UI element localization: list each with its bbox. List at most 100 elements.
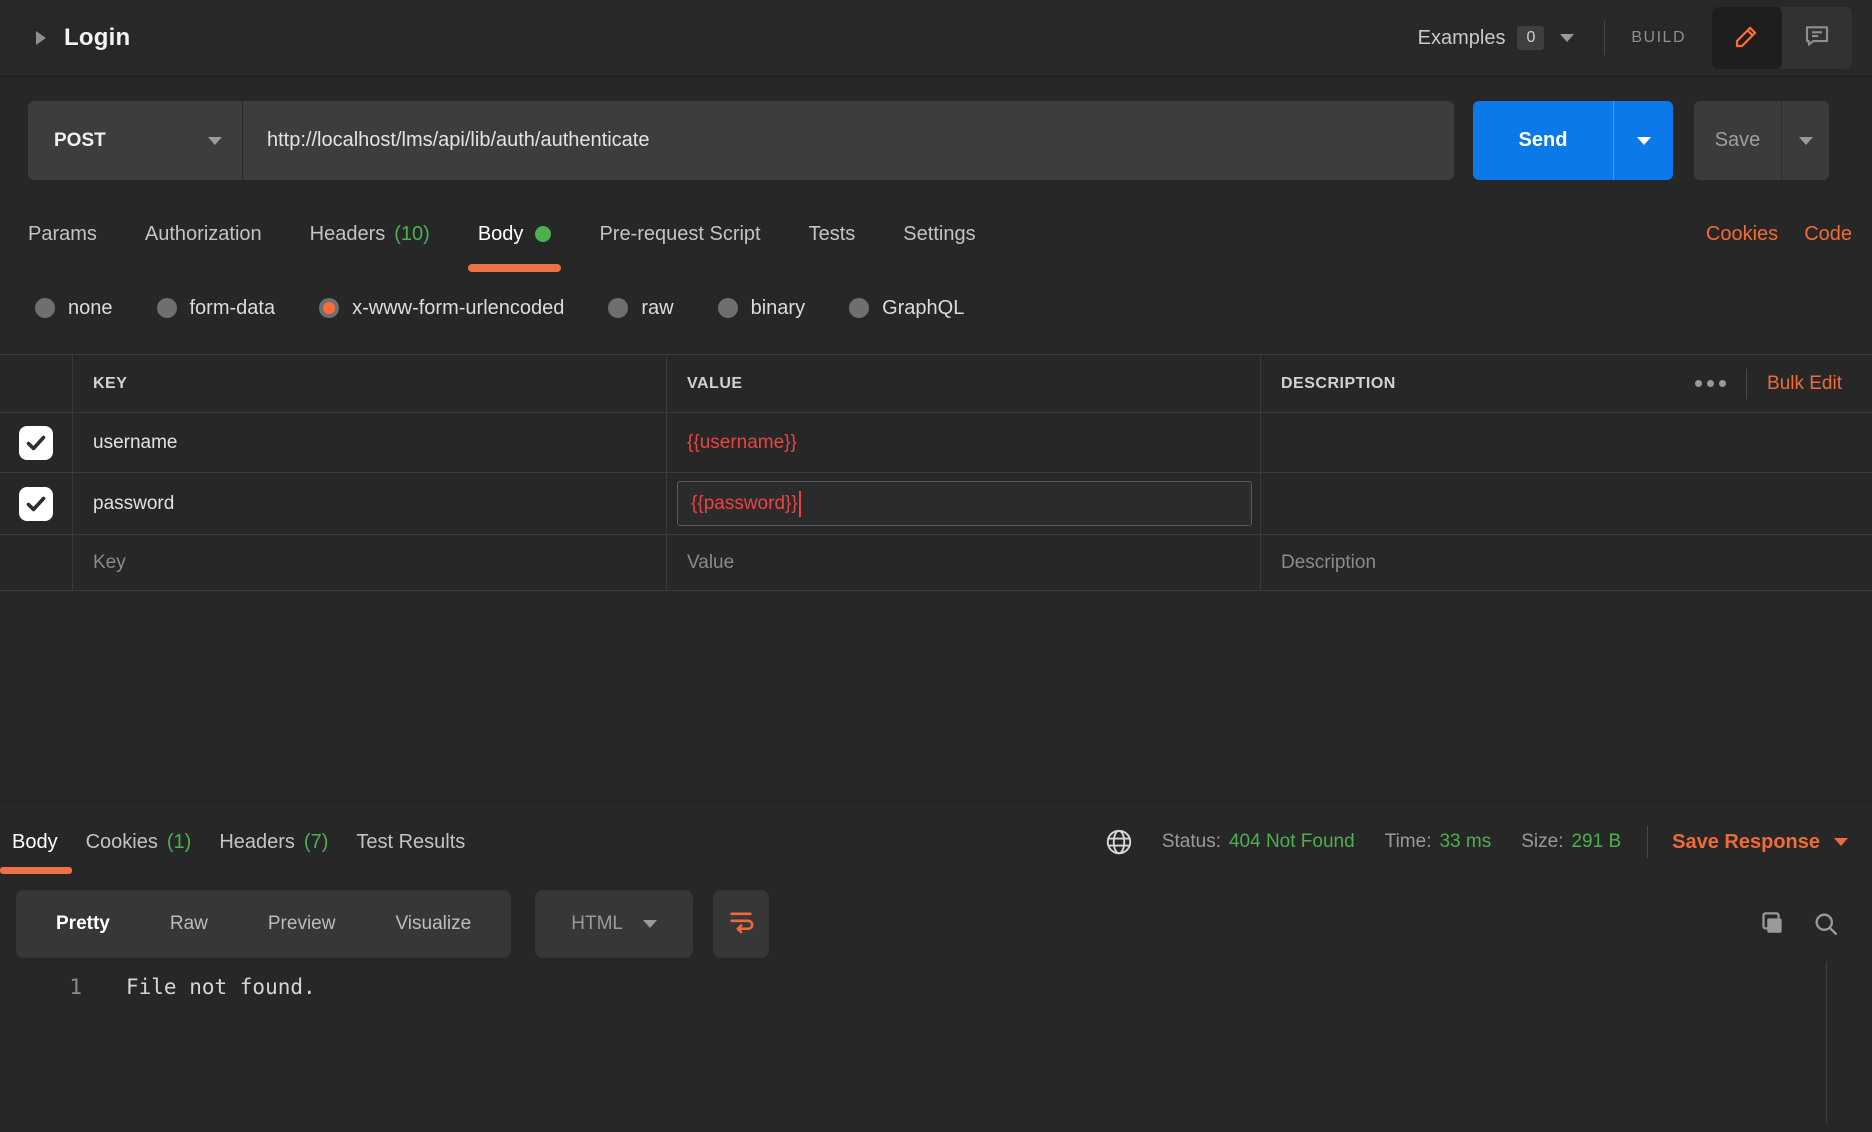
tab-params[interactable]: Params: [28, 180, 97, 288]
code-link[interactable]: Code: [1804, 223, 1852, 246]
divider: [1647, 826, 1648, 858]
header-actions: Examples 0 BUILD: [1418, 7, 1852, 69]
param-description[interactable]: [1260, 413, 1872, 472]
response-tabs: Body Cookies(1) Headers(7) Test Results …: [0, 802, 1872, 882]
view-raw[interactable]: Raw: [140, 913, 238, 935]
copy-icon[interactable]: [1756, 909, 1786, 939]
view-preview[interactable]: Preview: [238, 913, 366, 935]
save-label: Save: [1694, 101, 1781, 180]
value-placeholder[interactable]: Value: [687, 552, 734, 574]
response-headers-count: (7): [304, 831, 328, 854]
response-tab-body[interactable]: Body: [12, 802, 58, 882]
value-column-header: VALUE: [687, 375, 743, 393]
time-label: Time:: [1385, 831, 1432, 853]
description-placeholder[interactable]: Description: [1281, 552, 1376, 574]
param-value-input-focused[interactable]: {{password}}: [677, 481, 1252, 526]
line-number: 1: [0, 972, 82, 1002]
bulk-edit-link[interactable]: Bulk Edit: [1767, 373, 1842, 395]
save-options-dropdown[interactable]: [1781, 101, 1829, 180]
chevron-down-icon: [1799, 137, 1813, 145]
examples-dropdown[interactable]: Examples 0: [1418, 26, 1575, 50]
row-checkbox-checked[interactable]: [19, 426, 53, 460]
response-meta: Status: 404 Not Found Time: 33 ms Size: …: [1104, 826, 1848, 858]
key-placeholder[interactable]: Key: [93, 552, 126, 574]
send-button[interactable]: Send: [1473, 101, 1673, 180]
response-body-viewer[interactable]: 1 File not found.: [0, 958, 1872, 1002]
response-view-switcher: Pretty Raw Preview Visualize: [16, 890, 511, 958]
send-label: Send: [1473, 101, 1613, 180]
response-tab-headers[interactable]: Headers(7): [219, 802, 328, 882]
radio-icon: [157, 298, 177, 318]
edit-mode-button[interactable]: [1712, 7, 1782, 69]
build-mode-label: BUILD: [1631, 29, 1686, 47]
postman-app: Login Examples 0 BUILD: [0, 0, 1872, 1002]
text-cursor: [799, 491, 801, 517]
tab-headers[interactable]: Headers(10): [310, 180, 430, 288]
save-response-button[interactable]: Save Response: [1672, 831, 1848, 854]
request-header: Login Examples 0 BUILD: [0, 0, 1872, 77]
tab-tests[interactable]: Tests: [809, 180, 856, 288]
tab-authorization[interactable]: Authorization: [145, 180, 262, 288]
request-body-empty-area: [0, 591, 1872, 801]
radio-x-www-form-urlencoded[interactable]: x-www-form-urlencoded: [319, 297, 564, 320]
description-column-header: DESCRIPTION: [1281, 375, 1396, 393]
column-options-icon[interactable]: [1695, 380, 1726, 387]
response-language-select[interactable]: HTML: [535, 890, 693, 958]
body-modified-dot-icon: [535, 226, 551, 242]
chevron-down-icon: [1834, 838, 1848, 846]
tab-settings[interactable]: Settings: [903, 180, 975, 288]
examples-count-badge: 0: [1517, 26, 1544, 50]
response-tab-test-results[interactable]: Test Results: [356, 802, 465, 882]
request-tabs: Params Authorization Headers(10) Body Pr…: [0, 180, 1872, 288]
request-title: Login: [64, 24, 130, 52]
param-key[interactable]: password: [93, 493, 174, 515]
divider: [1604, 21, 1605, 55]
radio-binary[interactable]: binary: [718, 297, 805, 320]
table-placeholder-row: Key Value Description: [0, 535, 1872, 591]
param-key[interactable]: username: [93, 432, 178, 454]
chevron-down-icon: [643, 920, 657, 928]
time-value: 33 ms: [1439, 831, 1491, 853]
url-bar: POST http://localhost/lms/api/lib/auth/a…: [28, 101, 1872, 180]
radio-none[interactable]: none: [35, 297, 113, 320]
view-pretty[interactable]: Pretty: [26, 913, 140, 935]
checkbox-column-header: [0, 355, 72, 412]
editor-scrollbar-track[interactable]: [1826, 962, 1827, 1124]
method-select[interactable]: POST: [28, 101, 243, 180]
chevron-down-icon: [208, 137, 222, 145]
param-description[interactable]: [1260, 473, 1872, 534]
radio-icon: [608, 298, 628, 318]
search-icon[interactable]: [1812, 910, 1840, 938]
response-tab-cookies[interactable]: Cookies(1): [86, 802, 192, 882]
network-globe-icon[interactable]: [1104, 827, 1134, 857]
wrap-text-button[interactable]: [713, 890, 769, 958]
radio-icon: [35, 298, 55, 318]
view-visualize[interactable]: Visualize: [365, 913, 501, 935]
cookies-link[interactable]: Cookies: [1706, 223, 1778, 246]
status-label: Status:: [1162, 831, 1221, 853]
param-value-variable[interactable]: {{username}}: [687, 432, 797, 454]
radio-graphql[interactable]: GraphQL: [849, 297, 964, 320]
response-tools: [1756, 909, 1840, 939]
collapse-request-icon[interactable]: [36, 31, 46, 45]
response-body-text: File not found.: [82, 972, 316, 1002]
radio-form-data[interactable]: form-data: [157, 297, 276, 320]
comments-button[interactable]: [1782, 7, 1852, 69]
row-checkbox-checked[interactable]: [19, 487, 53, 521]
pencil-icon: [1732, 21, 1762, 56]
tab-pre-request-script[interactable]: Pre-request Script: [599, 180, 760, 288]
radio-selected-icon: [319, 298, 339, 318]
examples-label: Examples: [1418, 27, 1506, 50]
tab-body[interactable]: Body: [478, 180, 552, 288]
mode-toggle-group: [1712, 7, 1852, 69]
radio-icon: [849, 298, 869, 318]
url-input[interactable]: http://localhost/lms/api/lib/auth/authen…: [243, 101, 1454, 180]
code-line: 1 File not found.: [0, 972, 1872, 1002]
radio-icon: [718, 298, 738, 318]
table-row: password {{password}}: [0, 473, 1872, 535]
chevron-down-icon: [1560, 34, 1574, 42]
send-options-dropdown[interactable]: [1613, 101, 1673, 180]
status-value: 404 Not Found: [1229, 831, 1355, 853]
radio-raw[interactable]: raw: [608, 297, 673, 320]
save-button[interactable]: Save: [1694, 101, 1829, 180]
